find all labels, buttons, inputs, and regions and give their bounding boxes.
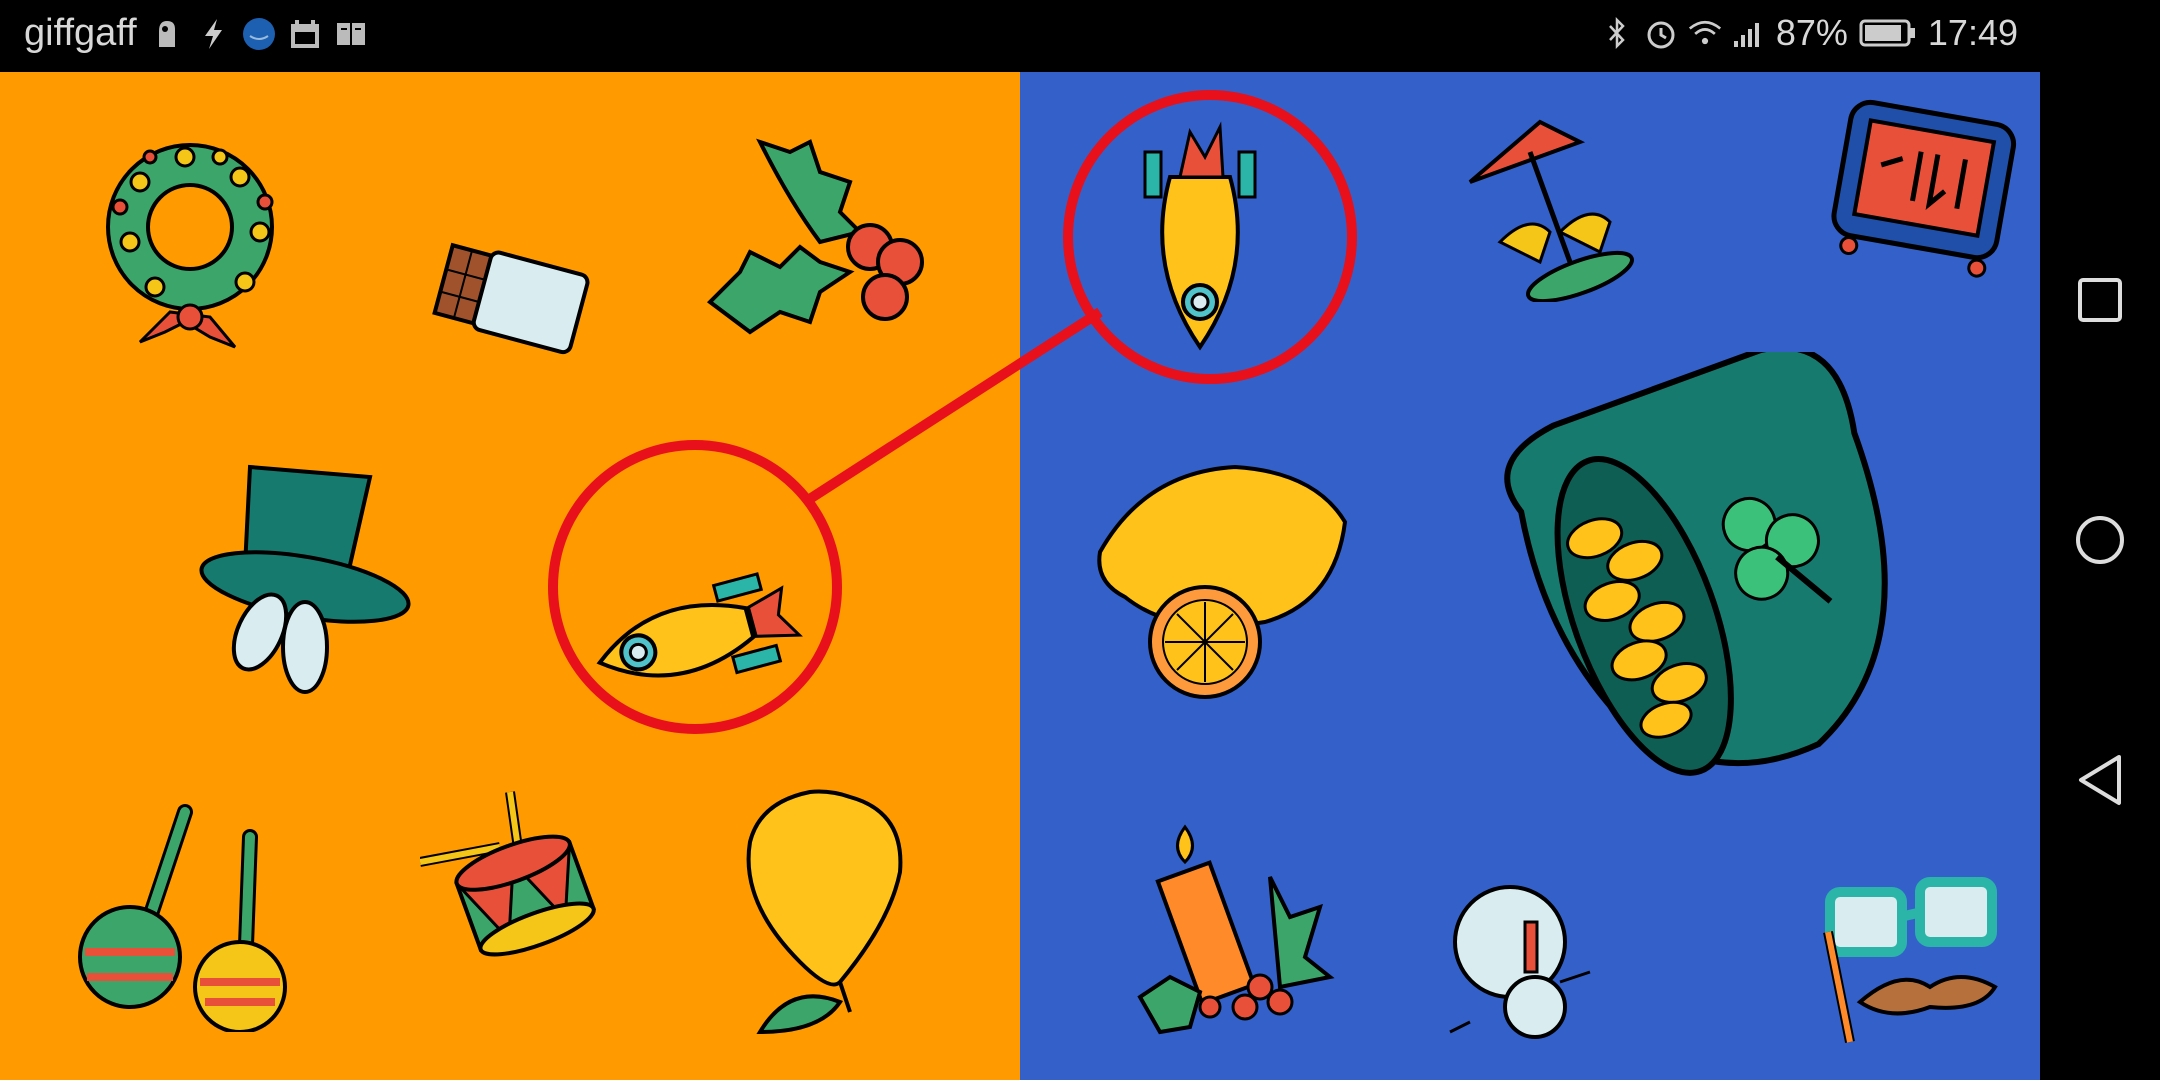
lightning-icon: [196, 14, 230, 54]
wifi-icon: [1688, 13, 1722, 53]
signal-icon: [1732, 13, 1766, 53]
back-triangle-icon: [2079, 755, 2121, 805]
clock: 17:49: [1927, 12, 2018, 53]
navigation-bar: [2040, 0, 2160, 1080]
recents-button[interactable]: [2070, 270, 2130, 330]
amazon-music-icon: [242, 14, 276, 54]
status-right: 87% 17:49: [1600, 12, 2018, 54]
battery-icon: [1858, 13, 1918, 53]
game-board: [0, 72, 2040, 1080]
battery-percent: 87%: [1775, 12, 1848, 53]
notification-app-icon: [150, 14, 184, 54]
carrier-name: giffgaff: [24, 12, 137, 54]
match-connector-line: [802, 307, 1103, 507]
back-button[interactable]: [2070, 750, 2130, 810]
notification-icons: [150, 14, 368, 54]
bluetooth-icon: [1600, 13, 1634, 53]
calendar-icon: [288, 14, 322, 54]
home-button[interactable]: [2070, 510, 2130, 570]
status-bar: giffgaff 87% 17:49: [0, 0, 2040, 72]
alarm-icon: [1644, 13, 1678, 53]
book-icon: [334, 14, 368, 54]
square-icon: [2078, 278, 2122, 322]
circle-icon: [2076, 516, 2124, 564]
